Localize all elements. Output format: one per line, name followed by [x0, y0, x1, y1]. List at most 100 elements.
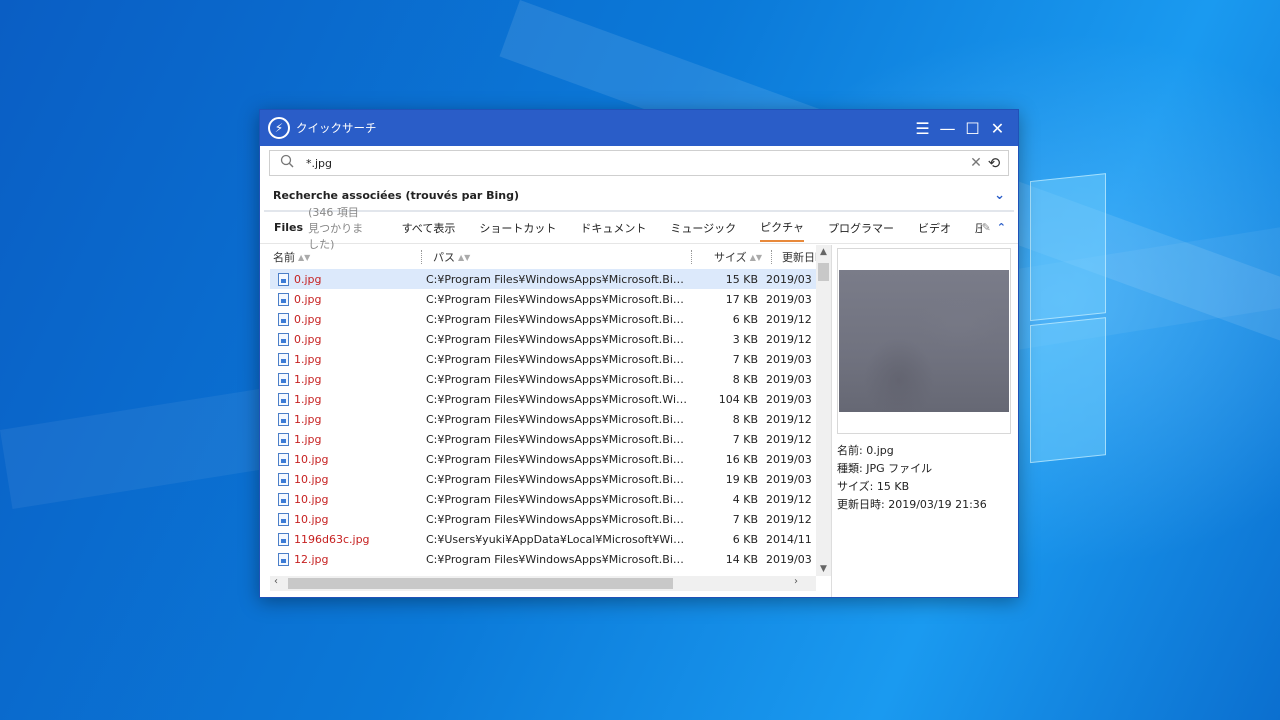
sort-icon: ▲▼ — [298, 252, 311, 262]
table-row[interactable]: 1.jpg C:¥Program Files¥WindowsApps¥Micros… — [270, 369, 816, 389]
tab-shortcut[interactable]: ショートカット — [479, 214, 556, 241]
image-file-icon — [278, 292, 289, 306]
tab-document[interactable]: ドキュメント — [580, 214, 646, 241]
scroll-up-icon[interactable]: ▲ — [816, 247, 831, 257]
edit-icon[interactable]: ✎ — [982, 221, 991, 234]
file-name-cell: 0.jpg — [270, 292, 425, 306]
quick-search-window: ⚡ クイックサーチ ☰ — ☐ ✕ ✕ ⟲ Recherche associée… — [259, 109, 1019, 598]
table-row[interactable]: 10.jpg C:¥Program Files¥WindowsApps¥Micro… — [270, 509, 816, 529]
column-date[interactable]: 更新日時 — [771, 245, 816, 269]
file-size: 104 KB — [718, 392, 758, 406]
scrollbar-thumb[interactable] — [818, 263, 829, 281]
pane-divider[interactable] — [831, 245, 832, 597]
tab-music[interactable]: ミュージック — [670, 214, 736, 241]
file-path: C:¥Program Files¥WindowsApps¥Microsoft.B… — [426, 512, 690, 526]
file-size: 6 KB — [732, 532, 758, 546]
scroll-right-icon[interactable]: › — [794, 576, 798, 587]
table-row[interactable]: 0.jpg C:¥Program Files¥WindowsApps¥Micros… — [270, 309, 816, 329]
table-row[interactable]: 1.jpg C:¥Program Files¥WindowsApps¥Micros… — [270, 349, 816, 369]
file-size: 8 KB — [732, 412, 758, 426]
title-bar[interactable]: ⚡ クイックサーチ ☰ — ☐ ✕ — [260, 110, 1018, 146]
tab-programmer[interactable]: プログラマー — [828, 214, 894, 241]
file-name: 0.jpg — [294, 292, 322, 306]
tab-all[interactable]: すべて表示 — [402, 214, 456, 241]
search-input[interactable] — [296, 156, 968, 170]
table-row[interactable]: 1.jpg C:¥Program Files¥WindowsApps¥Micros… — [270, 429, 816, 449]
search-icon — [278, 154, 296, 172]
chevron-down-icon[interactable]: ⌄ — [994, 188, 1005, 203]
file-path: C:¥Program Files¥WindowsApps¥Microsoft.B… — [426, 332, 690, 346]
table-row[interactable]: 10.jpg C:¥Program Files¥WindowsApps¥Micro… — [270, 489, 816, 509]
file-name: 10.jpg — [294, 452, 329, 466]
file-name-cell: 1.jpg — [270, 432, 425, 446]
file-size: 3 KB — [732, 332, 758, 346]
menu-icon[interactable]: ☰ — [910, 116, 935, 141]
vertical-scrollbar[interactable]: ▲ ▼ — [816, 245, 831, 576]
file-name-cell: 1.jpg — [270, 352, 425, 366]
file-size: 15 KB — [725, 272, 758, 286]
file-date: 2019/12 — [766, 492, 812, 506]
table-row[interactable]: 1.jpg C:¥Program Files¥WindowsApps¥Micros… — [270, 389, 816, 409]
table-row[interactable]: 12.jpg C:¥Program Files¥WindowsApps¥Micro… — [270, 549, 816, 569]
image-file-icon — [278, 392, 289, 406]
clear-search-icon[interactable]: ✕ — [968, 155, 984, 171]
related-searches-header[interactable]: Recherche associées (trouvés par Bing) ⌄ — [264, 180, 1014, 212]
image-file-icon — [278, 412, 289, 426]
tab-video[interactable]: ビデオ — [918, 214, 951, 241]
image-file-icon — [278, 272, 289, 286]
file-size: 8 KB — [732, 372, 758, 386]
table-row[interactable]: 0.jpg C:¥Program Files¥WindowsApps¥Micros… — [270, 289, 816, 309]
file-path: C:¥Program Files¥WindowsApps¥Microsoft.B… — [426, 312, 690, 326]
scroll-left-icon[interactable]: ‹ — [274, 576, 278, 587]
file-metadata: 名前: 0.jpg 種類: JPG ファイル サイズ: 15 KB 更新日時: … — [837, 442, 1011, 514]
file-name-cell: 0.jpg — [270, 312, 425, 326]
file-date: 2014/11 — [766, 532, 812, 546]
horizontal-scrollbar[interactable]: ‹ › — [270, 576, 816, 591]
file-date: 2019/12 — [766, 512, 812, 526]
table-row[interactable]: 0.jpg C:¥Program Files¥WindowsApps¥Micros… — [270, 269, 816, 289]
sort-icon: ▲▼ — [458, 252, 471, 262]
file-date: 2019/03 — [766, 292, 812, 306]
chevron-up-icon[interactable]: ⌃ — [997, 221, 1006, 234]
file-size: 6 KB — [732, 312, 758, 326]
meta-name: 名前: 0.jpg — [837, 444, 894, 457]
column-path[interactable]: パス ▲▼ — [421, 245, 691, 269]
table-row[interactable]: 10.jpg C:¥Program Files¥WindowsApps¥Micro… — [270, 449, 816, 469]
file-date: 2019/12 — [766, 312, 812, 326]
image-file-icon — [278, 352, 289, 366]
column-name[interactable]: 名前 ▲▼ — [273, 245, 421, 269]
table-row[interactable]: 1196d63c.jpg C:¥Users¥yuki¥AppData¥Local¥… — [270, 529, 816, 549]
file-path: C:¥Program Files¥WindowsApps¥Microsoft.B… — [426, 372, 690, 386]
column-header: 名前▲▼ パス▲▼ サイズ▲▼ 更新日時 — [260, 245, 831, 269]
file-name-cell: 0.jpg — [270, 272, 425, 286]
file-size: 7 KB — [732, 352, 758, 366]
file-name: 1.jpg — [294, 412, 322, 426]
table-row[interactable]: 1.jpg C:¥Program Files¥WindowsApps¥Micros… — [270, 409, 816, 429]
windows-logo-pane — [1030, 173, 1106, 322]
minimize-button[interactable]: — — [935, 116, 960, 141]
maximize-button[interactable]: ☐ — [960, 116, 985, 141]
column-size[interactable]: サイズ ▲▼ — [691, 245, 771, 269]
preview-pane: 名前: 0.jpg 種類: JPG ファイル サイズ: 15 KB 更新日時: … — [837, 248, 1011, 514]
tab-picture[interactable]: ピクチャ — [760, 213, 805, 242]
scrollbar-thumb[interactable] — [288, 578, 673, 589]
content-area: 名前▲▼ パス▲▼ サイズ▲▼ 更新日時 0.jpgC:¥Program Fil… — [260, 245, 1018, 597]
file-path: C:¥Program Files¥WindowsApps¥Microsoft.B… — [426, 552, 690, 566]
file-name-cell: 10.jpg — [270, 512, 425, 526]
history-icon[interactable]: ⟲ — [984, 154, 1004, 172]
table-row[interactable]: 0.jpg C:¥Program Files¥WindowsApps¥Micros… — [270, 329, 816, 349]
windows-logo — [1030, 147, 1280, 473]
table-row[interactable]: 10.jpg C:¥Program Files¥WindowsApps¥Micro… — [270, 469, 816, 489]
file-name: 0.jpg — [294, 332, 322, 346]
file-size: 17 KB — [725, 292, 758, 306]
file-date: 2019/03 — [766, 392, 812, 406]
image-file-icon — [278, 512, 289, 526]
file-date: 2019/03 — [766, 472, 812, 486]
preview-image — [839, 270, 1009, 412]
file-size: 4 KB — [732, 492, 758, 506]
close-button[interactable]: ✕ — [985, 116, 1010, 141]
file-rows: 0.jpg C:¥Program Files¥WindowsApps¥Micros… — [270, 269, 816, 576]
file-name: 12.jpg — [294, 552, 329, 566]
scroll-down-icon[interactable]: ▼ — [816, 564, 831, 574]
file-date: 2019/03 — [766, 452, 812, 466]
